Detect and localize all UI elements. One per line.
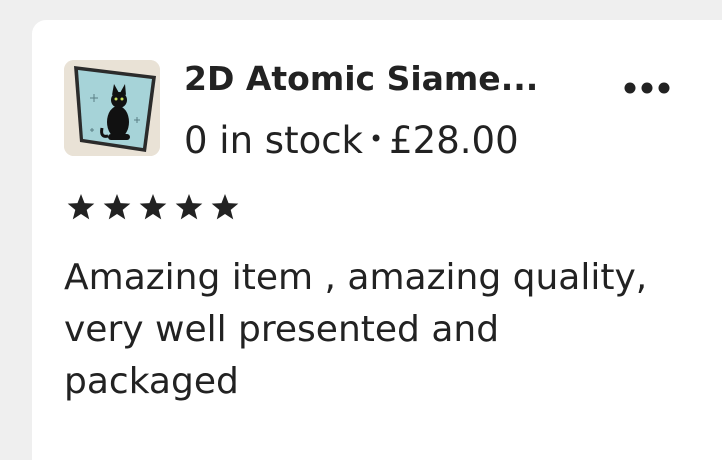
- star-rating: [66, 192, 246, 224]
- listing-price: £28.00: [389, 119, 519, 162]
- star-icon: [211, 194, 239, 220]
- more-options-button[interactable]: [622, 76, 672, 100]
- stock-count: 0 in stock: [184, 119, 363, 162]
- listing-meta: 0 in stock • £28.00: [184, 116, 519, 164]
- star-icon: [103, 194, 131, 220]
- black-cat-artwork-icon: [64, 60, 160, 156]
- listing-thumbnail[interactable]: [64, 60, 160, 156]
- review-text: Amazing item , amazing quality, very wel…: [64, 257, 648, 402]
- star-icon: [139, 194, 167, 220]
- listing-title[interactable]: 2D Atomic Siame...: [184, 56, 614, 102]
- star-icon: [67, 194, 95, 220]
- meta-separator: •: [368, 125, 384, 153]
- star-rating-icons: [67, 194, 239, 220]
- star-icon: [175, 194, 203, 220]
- more-horizontal-icon: [624, 82, 670, 94]
- review-card: 2D Atomic Siame... 0 in stock • £28.00 Ama…: [32, 20, 722, 460]
